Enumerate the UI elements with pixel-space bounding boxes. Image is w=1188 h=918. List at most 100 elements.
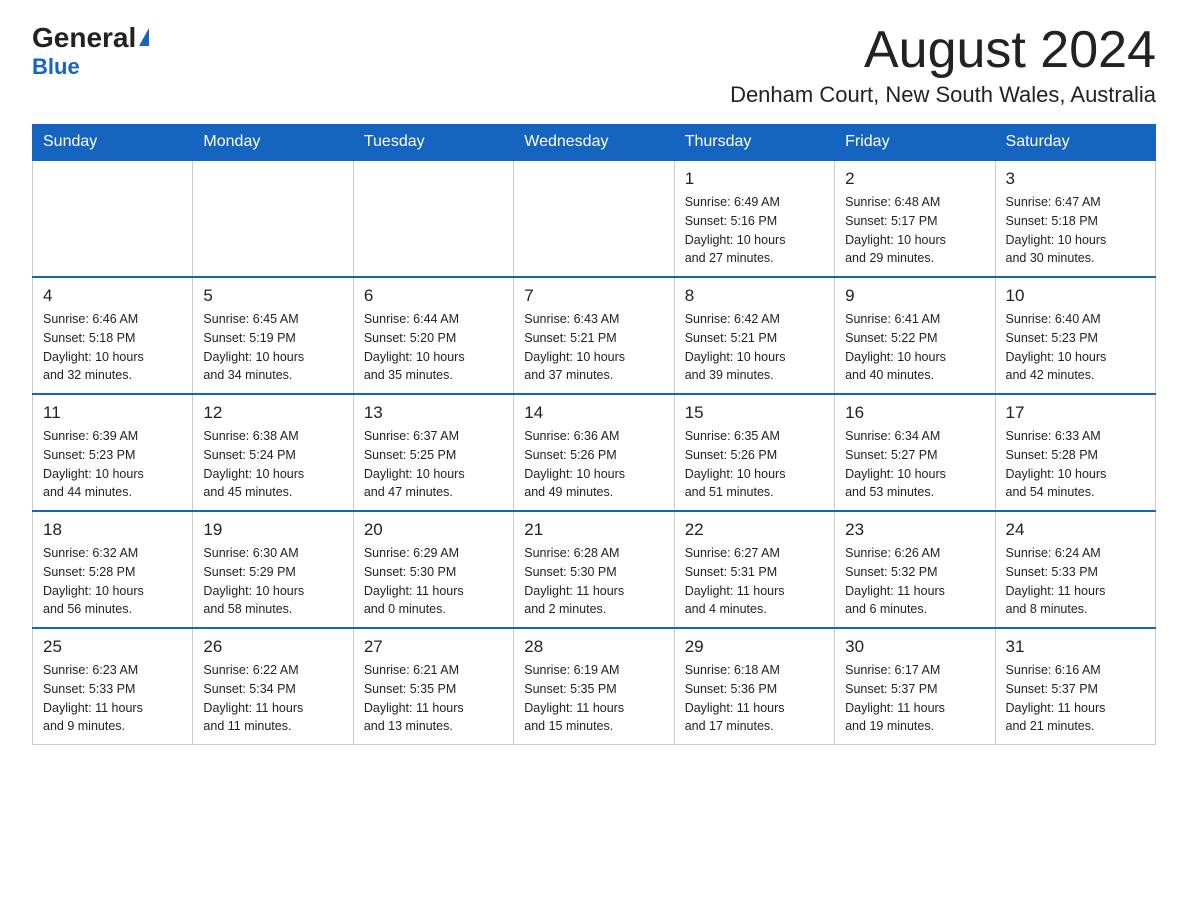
logo-triangle-icon xyxy=(139,28,149,46)
day-info: Sunrise: 6:21 AM Sunset: 5:35 PM Dayligh… xyxy=(364,661,503,736)
day-info: Sunrise: 6:22 AM Sunset: 5:34 PM Dayligh… xyxy=(203,661,342,736)
day-number: 21 xyxy=(524,520,663,540)
day-number: 20 xyxy=(364,520,503,540)
day-info: Sunrise: 6:45 AM Sunset: 5:19 PM Dayligh… xyxy=(203,310,342,385)
calendar-cell: 26 Sunrise: 6:22 AM Sunset: 5:34 PM Dayli… xyxy=(193,628,353,745)
calendar-cell: 29 Sunrise: 6:18 AM Sunset: 5:36 PM Dayli… xyxy=(674,628,834,745)
day-info: Sunrise: 6:27 AM Sunset: 5:31 PM Dayligh… xyxy=(685,544,824,619)
calendar-cell: 30 Sunrise: 6:17 AM Sunset: 5:37 PM Dayli… xyxy=(835,628,995,745)
day-number: 19 xyxy=(203,520,342,540)
calendar-cell: 23 Sunrise: 6:26 AM Sunset: 5:32 PM Dayli… xyxy=(835,511,995,628)
day-info: Sunrise: 6:41 AM Sunset: 5:22 PM Dayligh… xyxy=(845,310,984,385)
day-number: 25 xyxy=(43,637,182,657)
calendar-cell: 8 Sunrise: 6:42 AM Sunset: 5:21 PM Daylig… xyxy=(674,277,834,394)
day-number: 6 xyxy=(364,286,503,306)
calendar-cell: 9 Sunrise: 6:41 AM Sunset: 5:22 PM Daylig… xyxy=(835,277,995,394)
day-info: Sunrise: 6:42 AM Sunset: 5:21 PM Dayligh… xyxy=(685,310,824,385)
day-number: 11 xyxy=(43,403,182,423)
col-wednesday: Wednesday xyxy=(514,125,674,161)
location-subtitle: Denham Court, New South Wales, Australia xyxy=(730,82,1156,108)
calendar-cell: 22 Sunrise: 6:27 AM Sunset: 5:31 PM Dayli… xyxy=(674,511,834,628)
calendar-cell: 15Sunrise: 6:35 AM Sunset: 5:26 PM Dayli… xyxy=(674,394,834,511)
calendar-cell: 31Sunrise: 6:16 AM Sunset: 5:37 PM Dayli… xyxy=(995,628,1155,745)
calendar-week-row-3: 11 Sunrise: 6:39 AM Sunset: 5:23 PM Dayli… xyxy=(33,394,1156,511)
col-sunday: Sunday xyxy=(33,125,193,161)
day-number: 5 xyxy=(203,286,342,306)
logo: General Blue xyxy=(32,24,149,80)
calendar-cell: 20 Sunrise: 6:29 AM Sunset: 5:30 PM Dayli… xyxy=(353,511,513,628)
calendar-cell: 2Sunrise: 6:48 AM Sunset: 5:17 PM Daylig… xyxy=(835,160,995,277)
day-number: 10 xyxy=(1006,286,1145,306)
month-year-title: August 2024 xyxy=(730,24,1156,76)
day-info: Sunrise: 6:26 AM Sunset: 5:32 PM Dayligh… xyxy=(845,544,984,619)
day-info: Sunrise: 6:34 AM Sunset: 5:27 PM Dayligh… xyxy=(845,427,984,502)
calendar-cell xyxy=(514,160,674,277)
col-tuesday: Tuesday xyxy=(353,125,513,161)
day-info: Sunrise: 6:17 AM Sunset: 5:37 PM Dayligh… xyxy=(845,661,984,736)
calendar-table: Sunday Monday Tuesday Wednesday Thursday… xyxy=(32,124,1156,745)
day-info: Sunrise: 6:44 AM Sunset: 5:20 PM Dayligh… xyxy=(364,310,503,385)
calendar-cell xyxy=(193,160,353,277)
day-info: Sunrise: 6:30 AM Sunset: 5:29 PM Dayligh… xyxy=(203,544,342,619)
day-info: Sunrise: 6:23 AM Sunset: 5:33 PM Dayligh… xyxy=(43,661,182,736)
calendar-cell: 10 Sunrise: 6:40 AM Sunset: 5:23 PM Dayli… xyxy=(995,277,1155,394)
day-info: Sunrise: 6:39 AM Sunset: 5:23 PM Dayligh… xyxy=(43,427,182,502)
calendar-cell: 3 Sunrise: 6:47 AM Sunset: 5:18 PM Daylig… xyxy=(995,160,1155,277)
logo-general: General xyxy=(32,24,136,52)
day-info: Sunrise: 6:43 AM Sunset: 5:21 PM Dayligh… xyxy=(524,310,663,385)
calendar-cell: 1 Sunrise: 6:49 AM Sunset: 5:16 PM Daylig… xyxy=(674,160,834,277)
day-info: Sunrise: 6:18 AM Sunset: 5:36 PM Dayligh… xyxy=(685,661,824,736)
day-number: 26 xyxy=(203,637,342,657)
day-info: Sunrise: 6:49 AM Sunset: 5:16 PM Dayligh… xyxy=(685,193,824,268)
calendar-cell: 24Sunrise: 6:24 AM Sunset: 5:33 PM Dayli… xyxy=(995,511,1155,628)
day-info: Sunrise: 6:48 AM Sunset: 5:17 PM Dayligh… xyxy=(845,193,984,268)
day-number: 23 xyxy=(845,520,984,540)
day-number: 8 xyxy=(685,286,824,306)
day-info: Sunrise: 6:32 AM Sunset: 5:28 PM Dayligh… xyxy=(43,544,182,619)
day-info: Sunrise: 6:46 AM Sunset: 5:18 PM Dayligh… xyxy=(43,310,182,385)
calendar-cell: 25 Sunrise: 6:23 AM Sunset: 5:33 PM Dayli… xyxy=(33,628,193,745)
logo-blue: Blue xyxy=(32,54,80,80)
calendar-cell xyxy=(33,160,193,277)
day-number: 22 xyxy=(685,520,824,540)
calendar-cell: 13 Sunrise: 6:37 AM Sunset: 5:25 PM Dayli… xyxy=(353,394,513,511)
calendar-week-row-1: 1 Sunrise: 6:49 AM Sunset: 5:16 PM Daylig… xyxy=(33,160,1156,277)
day-number: 9 xyxy=(845,286,984,306)
calendar-cell: 14 Sunrise: 6:36 AM Sunset: 5:26 PM Dayli… xyxy=(514,394,674,511)
day-number: 30 xyxy=(845,637,984,657)
day-number: 28 xyxy=(524,637,663,657)
col-monday: Monday xyxy=(193,125,353,161)
day-info: Sunrise: 6:36 AM Sunset: 5:26 PM Dayligh… xyxy=(524,427,663,502)
day-info: Sunrise: 6:37 AM Sunset: 5:25 PM Dayligh… xyxy=(364,427,503,502)
calendar-cell: 12 Sunrise: 6:38 AM Sunset: 5:24 PM Dayli… xyxy=(193,394,353,511)
calendar-week-row-4: 18 Sunrise: 6:32 AM Sunset: 5:28 PM Dayli… xyxy=(33,511,1156,628)
day-number: 13 xyxy=(364,403,503,423)
day-number: 18 xyxy=(43,520,182,540)
day-info: Sunrise: 6:38 AM Sunset: 5:24 PM Dayligh… xyxy=(203,427,342,502)
calendar-cell: 6 Sunrise: 6:44 AM Sunset: 5:20 PM Daylig… xyxy=(353,277,513,394)
day-number: 16 xyxy=(845,403,984,423)
col-saturday: Saturday xyxy=(995,125,1155,161)
day-number: 1 xyxy=(685,169,824,189)
calendar-cell: 18 Sunrise: 6:32 AM Sunset: 5:28 PM Dayli… xyxy=(33,511,193,628)
calendar-week-row-2: 4Sunrise: 6:46 AM Sunset: 5:18 PM Daylig… xyxy=(33,277,1156,394)
day-number: 12 xyxy=(203,403,342,423)
day-number: 3 xyxy=(1006,169,1145,189)
day-info: Sunrise: 6:29 AM Sunset: 5:30 PM Dayligh… xyxy=(364,544,503,619)
day-number: 15 xyxy=(685,403,824,423)
day-number: 27 xyxy=(364,637,503,657)
day-number: 31 xyxy=(1006,637,1145,657)
col-friday: Friday xyxy=(835,125,995,161)
day-number: 7 xyxy=(524,286,663,306)
day-info: Sunrise: 6:47 AM Sunset: 5:18 PM Dayligh… xyxy=(1006,193,1145,268)
calendar-cell: 11 Sunrise: 6:39 AM Sunset: 5:23 PM Dayli… xyxy=(33,394,193,511)
calendar-cell: 7 Sunrise: 6:43 AM Sunset: 5:21 PM Daylig… xyxy=(514,277,674,394)
title-area: August 2024 Denham Court, New South Wale… xyxy=(730,24,1156,108)
calendar-cell: 28Sunrise: 6:19 AM Sunset: 5:35 PM Dayli… xyxy=(514,628,674,745)
day-number: 24 xyxy=(1006,520,1145,540)
day-number: 29 xyxy=(685,637,824,657)
day-info: Sunrise: 6:28 AM Sunset: 5:30 PM Dayligh… xyxy=(524,544,663,619)
day-number: 14 xyxy=(524,403,663,423)
calendar-header-row: Sunday Monday Tuesday Wednesday Thursday… xyxy=(33,125,1156,161)
day-info: Sunrise: 6:40 AM Sunset: 5:23 PM Dayligh… xyxy=(1006,310,1145,385)
